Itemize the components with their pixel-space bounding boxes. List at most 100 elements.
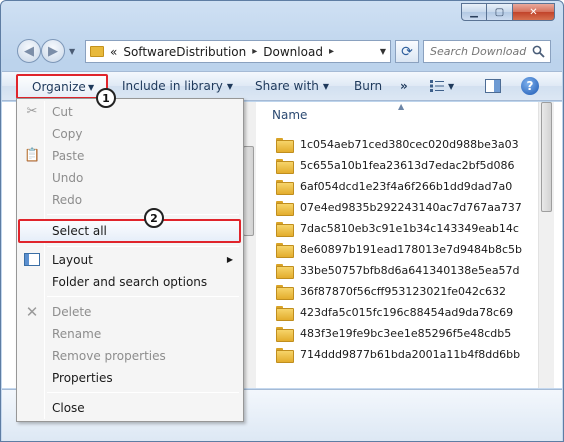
menu-item-undo[interactable]: Undo bbox=[19, 167, 241, 189]
folder-icon bbox=[276, 327, 294, 342]
menu-separator bbox=[47, 246, 239, 247]
breadcrumb-download[interactable]: Download bbox=[263, 45, 323, 59]
maximize-icon: ▢ bbox=[494, 6, 505, 18]
layout-icon bbox=[24, 253, 40, 266]
maximize-button[interactable]: ▢ bbox=[487, 3, 513, 21]
refresh-icon: ⟳ bbox=[401, 43, 413, 60]
close-window-button[interactable]: ✕ bbox=[513, 3, 555, 21]
scissors-icon: ✂ bbox=[26, 104, 38, 119]
breadcrumb-separator-icon[interactable]: ▸ bbox=[252, 46, 257, 57]
file-name: 714ddd9877b61bda2001a11b4f8dd6bb bbox=[300, 348, 521, 361]
menu-separator bbox=[47, 214, 239, 215]
folder-icon bbox=[276, 264, 294, 279]
share-with-label: Share with bbox=[255, 79, 319, 93]
menu-item-rename[interactable]: Rename bbox=[19, 323, 241, 345]
search-box[interactable] bbox=[423, 40, 551, 63]
delete-x-icon: ✕ bbox=[25, 303, 39, 321]
folder-icon bbox=[276, 285, 294, 300]
folder-icon bbox=[276, 180, 294, 195]
list-item[interactable]: 1c054aeb71ced380cec020d988be3a03 bbox=[276, 134, 526, 155]
recent-pages-dropdown-icon[interactable]: ▼ bbox=[69, 47, 75, 56]
include-in-library-button[interactable]: Include in library ▼ bbox=[122, 79, 233, 93]
list-item[interactable]: 483f3e19fe9bc3ee1e85296f5e48cdb5 bbox=[276, 323, 526, 344]
file-pane-scrollbar[interactable] bbox=[538, 102, 554, 388]
address-prefix[interactable]: « bbox=[110, 45, 117, 59]
menu-item-redo[interactable]: Redo bbox=[19, 189, 241, 211]
list-item[interactable]: 5c655a10b1fea23613d7edac2bf5d086 bbox=[276, 155, 526, 176]
file-name: 1c054aeb71ced380cec020d988be3a03 bbox=[300, 138, 519, 151]
more-commands-button[interactable]: » bbox=[400, 79, 408, 93]
search-icon[interactable] bbox=[532, 45, 545, 58]
menu-item-close[interactable]: Close bbox=[19, 397, 241, 419]
share-dropdown-icon: ▼ bbox=[322, 82, 330, 91]
list-item[interactable]: 36f87870f56cff953123021fe042c632 bbox=[276, 281, 526, 302]
menu-item-folder-options[interactable]: Folder and search options bbox=[19, 271, 241, 293]
list-item[interactable]: 33be50757bfb8d6a641340138e5ea57d bbox=[276, 260, 526, 281]
help-icon[interactable]: ? bbox=[521, 77, 539, 95]
burn-button[interactable]: Burn bbox=[354, 79, 382, 93]
view-dropdown-icon[interactable]: ▼ bbox=[448, 82, 454, 91]
folder-icon bbox=[276, 222, 294, 237]
file-name: 5c655a10b1fea23613d7edac2bf5d086 bbox=[300, 159, 515, 172]
folder-icon bbox=[90, 46, 104, 57]
menu-item-label: Properties bbox=[52, 371, 113, 385]
file-list: 1c054aeb71ced380cec020d988be3a03 5c655a1… bbox=[276, 134, 526, 365]
change-view-icon[interactable] bbox=[430, 80, 444, 92]
menu-item-label: Paste bbox=[52, 149, 85, 163]
close-icon: ✕ bbox=[529, 6, 538, 18]
address-bar[interactable]: « SoftwareDistribution ▸ Download ▸ ▼ bbox=[85, 40, 391, 63]
organize-dropdown-icon: ▼ bbox=[88, 83, 95, 92]
menu-item-cut[interactable]: ✂ Cut bbox=[19, 101, 241, 123]
menu-item-label: Cut bbox=[52, 105, 73, 119]
forward-button[interactable]: ▶ bbox=[41, 39, 65, 63]
menu-item-paste[interactable]: 📋 Paste bbox=[19, 145, 241, 167]
breadcrumb-separator-icon[interactable]: ▸ bbox=[329, 46, 334, 57]
menu-item-label: Close bbox=[52, 401, 85, 415]
menu-item-label: Folder and search options bbox=[52, 275, 208, 289]
column-header-name[interactable]: Name bbox=[272, 108, 307, 122]
organize-menu: ✂ Cut Copy 📋 Paste Undo Redo Select all … bbox=[16, 98, 244, 422]
file-name: 36f87870f56cff953123021fe042c632 bbox=[300, 285, 507, 298]
list-item[interactable]: 7dac5810eb3c91e1b34c143349eab14c bbox=[276, 218, 526, 239]
folder-icon bbox=[276, 138, 294, 153]
menu-item-layout[interactable]: Layout ▶ bbox=[19, 249, 241, 271]
list-item[interactable]: 07e4ed9835b292243140ac7d767aa737 bbox=[276, 197, 526, 218]
list-item[interactable]: 714ddd9877b61bda2001a11b4f8dd6bb bbox=[276, 344, 526, 365]
refresh-button[interactable]: ⟳ bbox=[395, 40, 419, 63]
minimize-button[interactable]: ▁ bbox=[461, 3, 487, 21]
menu-item-label: Redo bbox=[52, 193, 83, 207]
menu-item-label: Copy bbox=[52, 127, 83, 141]
clipboard-icon: 📋 bbox=[24, 148, 41, 163]
menu-item-select-all[interactable]: Select all bbox=[18, 219, 241, 243]
caption-buttons: ▁ ▢ ✕ bbox=[461, 3, 555, 21]
file-name: 8e60897b191ead178013e7d9484b8c5b bbox=[300, 243, 522, 256]
share-with-button[interactable]: Share with ▼ bbox=[255, 79, 329, 93]
menu-item-copy[interactable]: Copy bbox=[19, 123, 241, 145]
menu-separator bbox=[47, 296, 239, 297]
search-input[interactable] bbox=[430, 45, 534, 58]
breadcrumb-softwaredistribution[interactable]: SoftwareDistribution bbox=[123, 45, 246, 59]
menu-item-remove-properties[interactable]: Remove properties bbox=[19, 345, 241, 367]
scrollbar-thumb[interactable] bbox=[243, 146, 254, 236]
minimize-icon: ▁ bbox=[470, 6, 478, 18]
file-name: 7dac5810eb3c91e1b34c143349eab14c bbox=[300, 222, 519, 235]
scrollbar-thumb[interactable] bbox=[541, 102, 552, 212]
menu-item-label: Delete bbox=[52, 305, 92, 319]
list-item[interactable]: 6af054dcd1e23f4a6f266b1dd9dad7a0 bbox=[276, 176, 526, 197]
menu-item-delete[interactable]: ✕ Delete bbox=[19, 301, 241, 323]
file-name: 6af054dcd1e23f4a6f266b1dd9dad7a0 bbox=[300, 180, 513, 193]
command-bar: Organize ▼ Include in library ▼ Share wit… bbox=[2, 71, 562, 101]
folder-icon bbox=[276, 306, 294, 321]
menu-item-label: Layout bbox=[52, 253, 93, 267]
list-item[interactable]: 8e60897b191ead178013e7d9484b8c5b bbox=[276, 239, 526, 260]
list-item[interactable]: 423dfa5c015fc196c88454ad9da78c69 bbox=[276, 302, 526, 323]
address-dropdown-icon[interactable]: ▼ bbox=[380, 47, 386, 56]
organize-button[interactable]: Organize ▼ bbox=[16, 74, 108, 99]
back-arrow-icon: ◀ bbox=[24, 43, 34, 59]
menu-item-properties[interactable]: Properties bbox=[19, 367, 241, 389]
back-button[interactable]: ◀ bbox=[17, 39, 41, 63]
menu-item-label: Rename bbox=[52, 327, 102, 341]
forward-arrow-icon: ▶ bbox=[48, 43, 58, 59]
preview-pane-icon[interactable] bbox=[485, 79, 501, 93]
step-callout-1: 1 bbox=[96, 88, 116, 108]
